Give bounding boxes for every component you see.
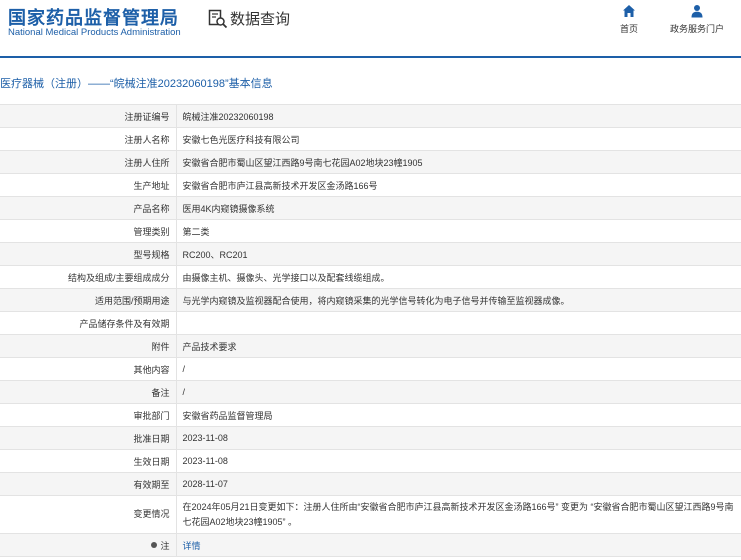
field-value: / — [175, 380, 741, 404]
field-key: 适用范围/预期用途 — [0, 288, 177, 312]
field-value: 由摄像主机、摄像头、光学接口以及配套线缆组成。 — [175, 265, 741, 289]
field-value — [175, 311, 741, 335]
search-document-icon — [208, 9, 228, 28]
field-value: / — [175, 357, 741, 381]
table-row: 适用范围/预期用途 与光学内窥镜及监视器配合使用，将内窥镜采集的光学信号转化为电… — [0, 288, 741, 312]
field-key: 管理类别 — [0, 219, 177, 243]
home-nav[interactable]: 首页 — [620, 4, 638, 35]
field-key: 产品名称 — [0, 196, 177, 220]
user-icon — [691, 5, 703, 18]
data-query-label: 数据查询 — [230, 11, 291, 28]
field-key: 其他内容 — [0, 357, 177, 381]
header-divider — [0, 56, 741, 58]
field-value: 医用4K内窥镜摄像系统 — [175, 196, 741, 220]
home-icon — [623, 5, 635, 17]
page-title: 医疗器械（注册）——“皖械注准20232060198”基本信息 — [0, 78, 273, 90]
field-key: 产品储存条件及有效期 — [0, 311, 177, 335]
table-row: 批准日期 2023-11-08 — [0, 426, 741, 450]
service-portal-label: 政务服务门户 — [670, 24, 725, 34]
field-key: 审批部门 — [0, 403, 177, 427]
table-row: 注 详情 — [0, 533, 741, 557]
field-key: 结构及组成/主要组成成分 — [0, 265, 177, 289]
field-value: 第二类 — [175, 219, 741, 243]
field-key: 型号规格 — [0, 242, 177, 266]
field-value: 产品技术要求 — [175, 334, 741, 358]
table-row: 型号规格 RC200、RC201 — [0, 242, 741, 266]
field-value: 安徽省合肥市庐江县高新技术开发区金汤路166号 — [175, 173, 741, 197]
details-link[interactable]: 详情 — [183, 541, 201, 551]
field-key: 注册人名称 — [0, 127, 177, 151]
site-header: 国家药品监督管理局 National Medical Products Admi… — [0, 0, 741, 56]
table-row: 其他内容 / — [0, 357, 741, 381]
info-bullet-icon — [151, 542, 158, 548]
field-key: 注册证编号 — [0, 104, 177, 128]
registration-info-table: 注册证编号 皖械注准20232060198 注册人名称 安徽七色光医疗科技有限公… — [0, 104, 741, 557]
field-value: 2023-11-08 — [175, 426, 741, 450]
table-row: 产品名称 医用4K内窥镜摄像系统 — [0, 196, 741, 220]
table-row: 注册证编号 皖械注准20232060198 — [0, 104, 741, 128]
field-key: 变更情况 — [0, 495, 177, 534]
field-value: 2023-11-08 — [175, 449, 741, 473]
field-value: 2028-11-07 — [175, 472, 741, 496]
table-row: 审批部门 安徽省药品监督管理局 — [0, 403, 741, 427]
field-key: 注册人住所 — [0, 150, 177, 174]
table-row: 附件 产品技术要求 — [0, 334, 741, 358]
table-row: 生产地址 安徽省合肥市庐江县高新技术开发区金汤路166号 — [0, 173, 741, 197]
field-key: 备注 — [0, 380, 177, 404]
table-row: 产品储存条件及有效期 — [0, 311, 741, 335]
field-key: 生产地址 — [0, 173, 177, 197]
field-key: 注 — [0, 533, 177, 557]
data-query-nav[interactable]: 数据查询 — [208, 8, 290, 29]
field-value: 皖械注准20232060198 — [175, 104, 741, 128]
note-key: 注 — [150, 539, 170, 552]
table-row: 注册人名称 安徽七色光医疗科技有限公司 — [0, 127, 741, 151]
table-row: 管理类别 第二类 — [0, 219, 741, 243]
note-key-label: 注 — [160, 540, 170, 551]
field-key: 有效期至 — [0, 472, 177, 496]
field-value: 详情 — [175, 533, 741, 557]
table-row: 生效日期 2023-11-08 — [0, 449, 741, 473]
table-row: 有效期至 2028-11-07 — [0, 472, 741, 496]
field-value: 与光学内窥镜及监视器配合使用，将内窥镜采集的光学信号转化为电子信号并传输至监视器… — [175, 288, 741, 312]
field-key: 批准日期 — [0, 426, 177, 450]
home-label: 首页 — [620, 24, 639, 34]
table-row: 注册人住所 安徽省合肥市蜀山区望江西路9号南七花园A02地块23幢1905 — [0, 150, 741, 174]
field-value: 安徽省合肥市蜀山区望江西路9号南七花园A02地块23幢1905 — [175, 150, 741, 174]
table-row: 变更情况 在2024年05月21日变更如下：注册人住所由“安徽省合肥市庐江县高新… — [0, 495, 741, 534]
field-key: 生效日期 — [0, 449, 177, 473]
field-value: RC200、RC201 — [175, 242, 741, 266]
site-logo-en: National Medical Products Administration — [8, 27, 181, 38]
table-row: 备注 / — [0, 380, 741, 404]
field-value: 安徽七色光医疗科技有限公司 — [175, 127, 741, 151]
table-row: 结构及组成/主要组成成分 由摄像主机、摄像头、光学接口以及配套线缆组成。 — [0, 265, 741, 289]
field-key: 附件 — [0, 334, 177, 358]
field-value: 安徽省药品监督管理局 — [175, 403, 741, 427]
field-value: 在2024年05月21日变更如下：注册人住所由“安徽省合肥市庐江县高新技术开发区… — [175, 495, 741, 534]
service-portal-nav[interactable]: 政务服务门户 — [670, 4, 724, 35]
